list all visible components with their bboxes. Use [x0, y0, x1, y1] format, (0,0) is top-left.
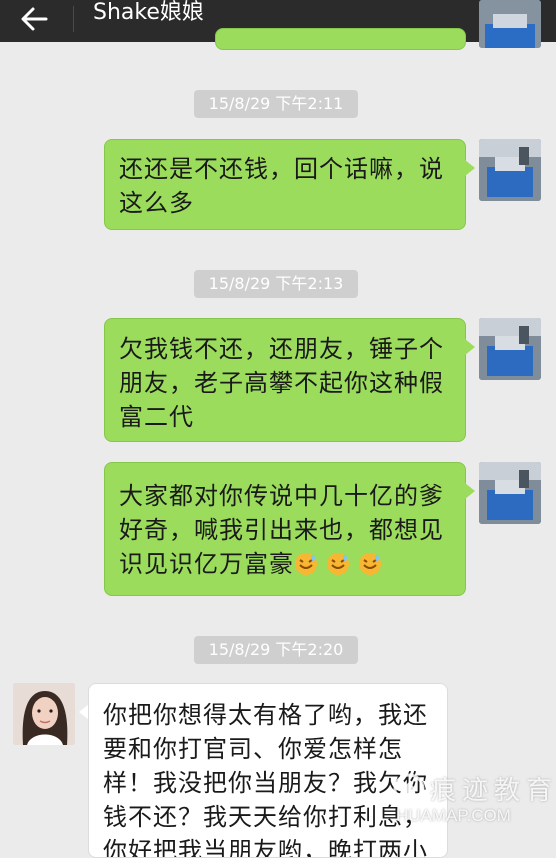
- bubble-tail: [465, 160, 475, 176]
- arrow-left-icon[interactable]: [18, 4, 58, 34]
- message-line: 好奇，喊我引出来也，都想见: [119, 516, 444, 544]
- outgoing-message[interactable]: 欠我钱不还，还朋友，锤子个 朋友，老子高攀不起你这种假 富二代: [104, 318, 466, 442]
- timestamp: 15/8/29 下午2:11: [194, 90, 358, 118]
- message-line-with-emoji: 识见识亿万富豪: [119, 547, 453, 581]
- message-line: 欠我钱不还，还朋友，锤子个: [119, 335, 444, 363]
- bubble-tail: [465, 483, 475, 499]
- chat-title: Shake娘娘: [93, 0, 204, 25]
- sweat-smile-emoji-icon: [359, 553, 381, 575]
- message-line: 还还是不还钱，回个话嘛，说: [119, 155, 444, 183]
- header-divider: [73, 6, 74, 32]
- my-avatar[interactable]: [479, 0, 541, 48]
- outgoing-message[interactable]: 大家都对你传说中几十亿的爹 好奇，喊我引出来也，都想见 识见识亿万富豪: [104, 462, 466, 596]
- message-line: 你好把我当朋友哟，晚打两小: [103, 837, 428, 858]
- watermark: 痕迹教育 HUAMAP.COM: [392, 770, 556, 840]
- message-line: 钱不还？我天天给你打利息，: [103, 803, 428, 831]
- avatar-image: [479, 318, 541, 380]
- sweat-smile-emoji-icon: [327, 553, 349, 575]
- message-line: 你把你想得太有格了哟，我还: [103, 701, 428, 729]
- message-line: 样！我没把你当朋友？我欠你: [103, 769, 428, 797]
- avatar-image: [479, 0, 541, 48]
- avatar-image: [13, 683, 75, 745]
- message-bubble-partial[interactable]: [215, 28, 466, 50]
- watermark-domain: HUAMAP.COM: [396, 806, 511, 825]
- message-line: 富二代: [119, 403, 194, 431]
- message-line: 朋友，老子高攀不起你这种假: [119, 369, 444, 397]
- outgoing-message[interactable]: 还还是不还钱，回个话嘛，说 这么多: [104, 139, 466, 230]
- my-avatar[interactable]: [479, 462, 541, 524]
- message-line: 这么多: [119, 189, 194, 217]
- message-line: 识见识亿万富豪: [119, 550, 294, 578]
- avatar-image: [479, 139, 541, 201]
- timestamp: 15/8/29 下午2:20: [194, 636, 358, 664]
- timestamp: 15/8/29 下午2:13: [194, 270, 358, 298]
- my-avatar[interactable]: [479, 318, 541, 380]
- bubble-tail: [465, 339, 475, 355]
- sweat-smile-emoji-icon: [295, 553, 317, 575]
- friend-avatar[interactable]: [13, 683, 75, 745]
- watermark-logo-icon: [393, 773, 425, 805]
- message-line: 要和你打官司、你爱怎样怎: [103, 735, 403, 763]
- my-avatar[interactable]: [479, 139, 541, 201]
- message-line: 大家都对你传说中几十亿的爹: [119, 482, 444, 510]
- watermark-text: 痕迹教育: [430, 776, 556, 806]
- avatar-image: [479, 462, 541, 524]
